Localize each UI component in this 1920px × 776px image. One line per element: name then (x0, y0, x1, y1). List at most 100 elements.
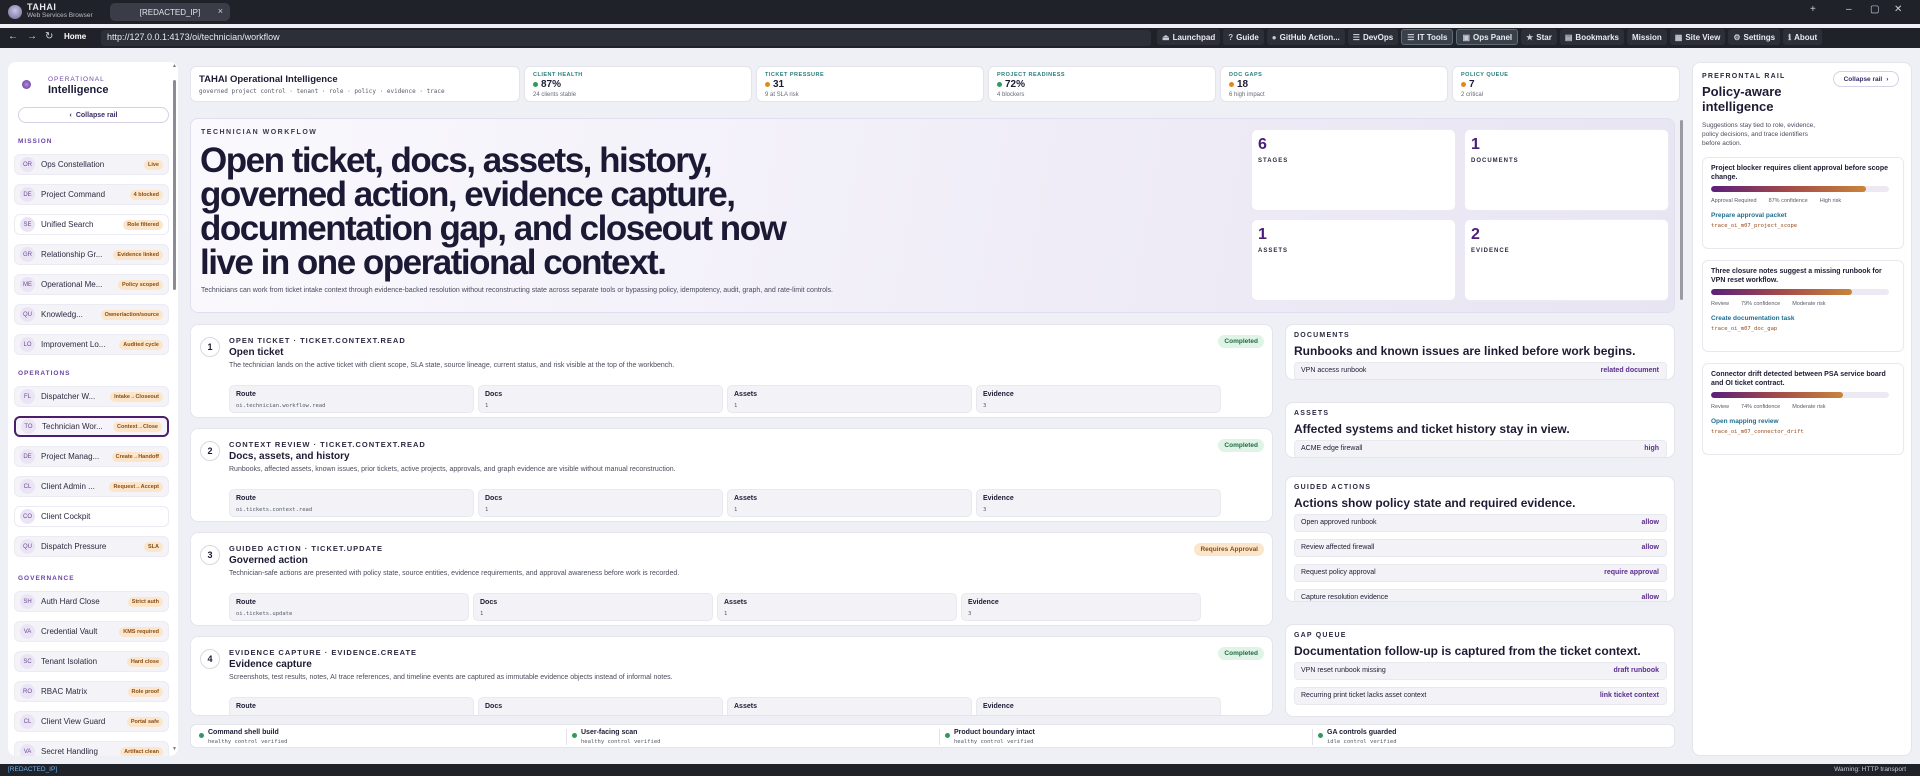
sidebar-item-governance-3[interactable]: RO RBAC Matrix Role proof (14, 681, 169, 702)
rail-scroll-up-icon[interactable]: ▲ (172, 63, 177, 69)
tab-close-icon[interactable]: × (218, 6, 223, 16)
meta-tag: High risk (1819, 198, 1842, 204)
rail-scrollbar[interactable] (173, 80, 176, 290)
rail-scroll-down-icon[interactable]: ▼ (172, 746, 177, 752)
sidebar-item-operations-5[interactable]: QU Dispatch Pressure SLA (14, 536, 169, 557)
toolbar-icon-9: ▦ (1674, 32, 1683, 42)
context-row[interactable]: VPN reset runbook missing draft runbook (1294, 662, 1667, 680)
toolbar-button-2[interactable]: ● GitHub Action... (1266, 29, 1345, 45)
field-label: Assets (734, 495, 757, 502)
row-action-link[interactable]: related document (1601, 367, 1659, 374)
field-assets: Assets 1 (727, 489, 972, 517)
nav-badge: Owner/action/source (100, 309, 163, 320)
minimize-icon[interactable]: – (1846, 4, 1852, 15)
sidebar-item-operations-4[interactable]: CO Client Cockpit (14, 506, 169, 527)
sidebar-item-governance-0[interactable]: SH Auth Hard Close Strict auth (14, 591, 169, 612)
toolbar-button-4[interactable]: ☰ IT Tools (1401, 29, 1454, 45)
toolbar-button-1[interactable]: ? Guide (1223, 29, 1264, 45)
sidebar-item-mission-5[interactable]: QU Knowledg... Owner/action/source (14, 304, 169, 325)
sidebar-item-governance-4[interactable]: CL Client View Guard Portal safe (14, 711, 169, 732)
toolbar-icon-10: ⚙ (1733, 32, 1741, 42)
close-window-icon[interactable]: ✕ (1894, 4, 1902, 15)
signal-action-link[interactable]: Prepare approval packet (1711, 212, 1787, 219)
row-action-link[interactable]: allow (1641, 544, 1659, 551)
toolbar-label-10: Settings (1743, 32, 1776, 42)
field-label: Route (236, 391, 256, 398)
context-row[interactable]: Open approved runbook allow (1294, 514, 1667, 532)
collapse-prefrontal-button[interactable]: Collapse rail › (1833, 71, 1899, 87)
row-action-link[interactable]: draft runbook (1614, 667, 1660, 674)
trace-id: trace_oi_m07_doc_gap (1711, 326, 1778, 332)
row-action-link[interactable]: allow (1641, 594, 1659, 601)
toolbar-button-6[interactable]: ★ Star (1521, 29, 1557, 45)
field-evidence: Evidence 3 (961, 593, 1201, 621)
new-tab-icon[interactable]: + (1810, 4, 1816, 15)
url-input[interactable]: http://127.0.0.1:4173/oi/technician/work… (101, 30, 1151, 46)
sidebar-item-mission-0[interactable]: OR Ops Constellation Live (14, 154, 169, 175)
row-action-link[interactable]: allow (1641, 519, 1659, 526)
step-title: Governed action (229, 555, 308, 566)
maximize-icon[interactable]: ▢ (1870, 4, 1879, 15)
nav-badge: Policy scoped (118, 279, 163, 290)
row-action-link[interactable]: require approval (1604, 569, 1659, 576)
home-button[interactable]: Home (64, 32, 86, 41)
section-mission: MISSION (18, 138, 53, 145)
field-label: Assets (734, 703, 757, 710)
row-action-link[interactable]: link ticket context (1600, 692, 1659, 699)
back-icon[interactable]: ← (8, 31, 18, 42)
context-row[interactable]: Recurring print ticket lacks asset conte… (1294, 687, 1667, 705)
sidebar-item-governance-5[interactable]: VA Secret Handling Artifact clean (14, 741, 169, 756)
nav-label: Relationship Gr... (41, 250, 103, 259)
toolbar-button-9[interactable]: ▦ Site View (1669, 29, 1726, 45)
context-row[interactable]: ACME edge firewall high (1294, 440, 1667, 457)
check-title: GA controls guarded (1327, 729, 1397, 736)
sidebar-item-operations-1[interactable]: TO Technician Wor... Context→Close (14, 416, 169, 437)
sidebar-item-operations-0[interactable]: FL Dispatcher W... Intake→Closeout (14, 386, 169, 407)
signal-action-link[interactable]: Open mapping review (1711, 418, 1779, 425)
nav-avatar: QU (20, 539, 35, 554)
nav-avatar: TO (21, 419, 36, 434)
toolbar-button-8[interactable]: Mission (1627, 29, 1667, 45)
context-row[interactable]: Capture resolution evidence allow (1294, 589, 1667, 601)
forward-icon[interactable]: → (27, 31, 37, 42)
toolbar-button-0[interactable]: ⏏ Launchpad (1157, 29, 1221, 45)
sidebar-item-mission-1[interactable]: DE Project Command 4 blocked (14, 184, 169, 205)
context-row[interactable]: Review affected firewall allow (1294, 539, 1667, 557)
row-action-link[interactable]: high (1644, 445, 1659, 452)
nav-avatar: QU (20, 307, 35, 322)
workflow-card-4: 4 EVIDENCE CAPTURE · EVIDENCE.CREATE Evide… (190, 636, 1273, 716)
divider (1312, 729, 1313, 745)
context-row[interactable]: Request policy approval require approval (1294, 564, 1667, 582)
field-value: 1 (724, 611, 728, 617)
sidebar-item-governance-1[interactable]: VA Credential Vault KMS required (14, 621, 169, 642)
toolbar-button-11[interactable]: ℹ About (1783, 29, 1823, 45)
trace-id: trace_oi_m07_connector_drift (1711, 429, 1804, 435)
sidebar-item-mission-2[interactable]: SE Unified Search Role filtered (14, 214, 169, 235)
toolbar-button-5[interactable]: ▣ Ops Panel (1456, 29, 1519, 45)
nav-avatar: RO (20, 684, 35, 699)
browser-tab[interactable]: [REDACTED_IP] × (110, 3, 230, 21)
stat-card-stages: 6 STAGES (1251, 129, 1456, 211)
sidebar-item-mission-6[interactable]: LO Improvement Lo... Audited cycle (14, 334, 169, 355)
reload-icon[interactable]: ↻ (45, 31, 53, 42)
sidebar-item-operations-3[interactable]: CL Client Admin ... Request→Accept (14, 476, 169, 497)
signal-action-link[interactable]: Create documentation task (1711, 315, 1794, 322)
sidebar-item-operations-2[interactable]: DE Project Manag... Create→Handoff (14, 446, 169, 467)
sidebar-item-governance-2[interactable]: SC Tenant Isolation Hard close (14, 651, 169, 672)
field-evidence: Evidence 3 (976, 385, 1221, 413)
context-row[interactable]: VPN access runbook related document (1294, 362, 1667, 379)
kpi-card-2: PROJECT READINESS 72% 4 blockers (988, 66, 1216, 102)
nav-label: Auth Hard Close (41, 597, 100, 606)
status-dot-icon (533, 82, 538, 87)
collapse-rail-button[interactable]: ‹ Collapse rail (18, 107, 169, 123)
toolbar-button-7[interactable]: ▤ Bookmarks (1559, 29, 1624, 45)
toolbar-button-10[interactable]: ⚙ Settings (1728, 29, 1781, 45)
nav-label: Knowledg... (41, 310, 83, 319)
toolbar-label-5: Ops Panel (1473, 32, 1513, 42)
signal-title: Three closure notes suggest a missing ru… (1711, 268, 1882, 284)
main-scrollbar[interactable] (1680, 120, 1683, 300)
toolbar-label-11: About (1794, 32, 1818, 42)
toolbar-button-3[interactable]: ☰ DevOps (1347, 29, 1399, 45)
sidebar-item-mission-4[interactable]: ME Operational Me... Policy scoped (14, 274, 169, 295)
sidebar-item-mission-3[interactable]: GR Relationship Gr... Evidence linked (14, 244, 169, 265)
